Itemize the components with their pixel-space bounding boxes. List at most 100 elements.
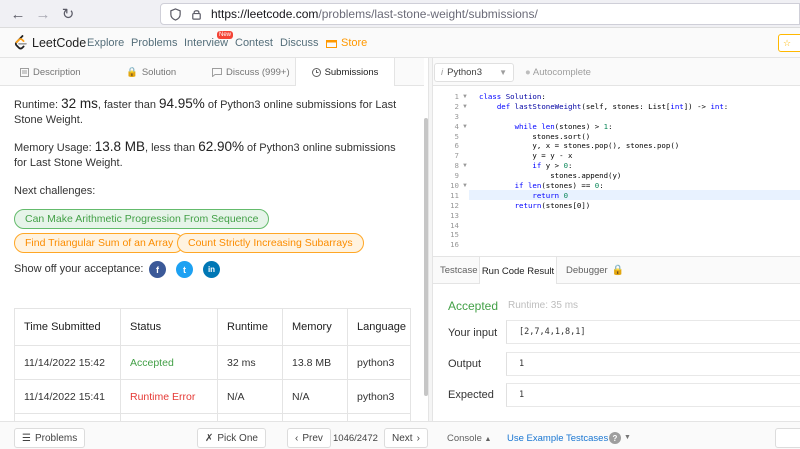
console-toggle[interactable]: Console ▲ bbox=[447, 433, 491, 444]
col-status[interactable]: Status bbox=[121, 309, 218, 345]
twitter-icon[interactable]: t bbox=[176, 261, 193, 278]
line-number: 9 bbox=[454, 171, 459, 181]
caret-up-icon: ▲ bbox=[484, 436, 492, 443]
runtime-percent: 94.95% bbox=[159, 96, 205, 111]
code-lines[interactable]: class Solution: def lastStoneWeight(self… bbox=[479, 92, 728, 250]
line-number: 5 bbox=[454, 131, 459, 141]
problems-button[interactable]: ☰ Problems bbox=[14, 428, 86, 448]
challenge-chip[interactable]: Can Make Arithmetic Progression From Seq… bbox=[14, 209, 270, 229]
cell-empty bbox=[15, 414, 121, 421]
use-example-testcases-link[interactable]: Use Example Testcases bbox=[507, 433, 608, 444]
leetcode-logo-icon bbox=[14, 35, 27, 50]
col-memory[interactable]: Memory bbox=[283, 309, 348, 345]
col-runtime[interactable]: Runtime bbox=[218, 309, 283, 345]
runtime-value: 32 ms bbox=[61, 96, 98, 111]
code-line: return 0 bbox=[532, 190, 569, 200]
table-row[interactable]: 11/14/2022 15:41 Runtime Error N/A N/A p… bbox=[15, 380, 410, 414]
nav-explore[interactable]: Explore bbox=[87, 37, 124, 49]
code-line: def lastStoneWeight(self, stones: List[i… bbox=[496, 101, 729, 111]
chevron-down-icon: ▼ bbox=[499, 68, 507, 77]
cell-status[interactable]: Accepted bbox=[121, 346, 218, 379]
memory-stat: Memory Usage: 13.8 MB, less than 62.90% … bbox=[14, 139, 404, 171]
code-line: stones.append(y) bbox=[479, 171, 622, 181]
reload-icon[interactable]: ↻ bbox=[58, 4, 78, 24]
shield-icon bbox=[170, 7, 181, 21]
linkedin-icon[interactable]: in bbox=[203, 261, 220, 278]
tab-solution[interactable]: 🔒 Solution bbox=[126, 58, 176, 86]
cell-memory: 13.8 MB bbox=[283, 346, 348, 379]
info-icon: i bbox=[441, 67, 444, 78]
code-line: y, x = stones.pop(), stones.pop() bbox=[479, 141, 680, 151]
tab-submissions-label: Submissions bbox=[324, 67, 379, 78]
table-row[interactable]: 11/14/2022 15:42 Accepted 32 ms 13.8 MB … bbox=[15, 346, 410, 380]
fold-arrow-icon[interactable]: ▼ bbox=[462, 104, 468, 110]
code-editor[interactable]: 1 ▼ 2 ▼ 3 4 ▼ 5 6 7 8 ▼ 9 10 ▼ 11 12 13 14 15 16 class Solut… bbox=[433, 86, 800, 256]
memory-label: Memory Usage: bbox=[14, 142, 92, 154]
fold-arrow-icon[interactable]: ▼ bbox=[462, 124, 468, 130]
cell-empty bbox=[121, 414, 218, 421]
logo-text: LeetCode bbox=[32, 35, 87, 50]
autocomplete-toggle[interactable]: ● Autocomplete bbox=[525, 67, 591, 78]
next-label: Next bbox=[392, 432, 413, 444]
problem-tabs: Description 🔒 Solution Discuss (999+) Su… bbox=[0, 58, 424, 87]
next-challenges-label: Next challenges: bbox=[14, 185, 96, 197]
line-number: 13 bbox=[450, 210, 459, 220]
code-line: return(stones[0]) bbox=[514, 200, 591, 210]
nav-problems[interactable]: Problems bbox=[131, 37, 177, 49]
line-number: 3 bbox=[454, 111, 459, 121]
tab-solution-label: Solution bbox=[141, 66, 177, 78]
description-icon bbox=[20, 67, 29, 77]
back-arrow-icon[interactable]: ← bbox=[8, 4, 28, 24]
memory-value: 13.8 MB bbox=[94, 139, 145, 154]
pick-one-label: Pick One bbox=[217, 432, 258, 444]
help-icon[interactable]: ? bbox=[609, 432, 621, 444]
tab-discuss[interactable]: Discuss (999+) bbox=[212, 58, 290, 86]
submission-detail-panel: Runtime: 32 ms, faster than 94.95% of Py… bbox=[0, 86, 424, 421]
nav-store[interactable]: Store bbox=[326, 37, 367, 49]
run-result-panel: Accepted Runtime: 35 ms Your input [2,7,… bbox=[433, 284, 800, 421]
line-number: 8 bbox=[454, 161, 459, 171]
browser-toolbar: ← → ↻ https://leetcode.com/problems/last… bbox=[0, 0, 800, 28]
prev-button[interactable]: ‹ Prev bbox=[287, 428, 331, 448]
language-select[interactable]: i Python3 ▼ bbox=[434, 63, 514, 82]
col-time-submitted[interactable]: Time Submitted bbox=[15, 309, 121, 345]
tab-run-code-result[interactable]: Run Code Result bbox=[479, 257, 557, 285]
challenge-chip[interactable]: Count Strictly Increasing Subarrays bbox=[177, 233, 364, 253]
dot-icon: ● bbox=[525, 67, 531, 78]
code-line: while len(stones) > 1: bbox=[514, 121, 613, 131]
autocomplete-label: Autocomplete bbox=[532, 67, 591, 78]
share-label: Show off your acceptance: bbox=[14, 263, 144, 275]
premium-button[interactable]: ☆ bbox=[778, 34, 800, 52]
line-number: 1 bbox=[454, 92, 459, 101]
leetcode-logo[interactable]: LeetCode bbox=[14, 35, 86, 50]
line-number: 6 bbox=[454, 141, 459, 151]
cell-runtime: 32 ms bbox=[218, 346, 283, 379]
col-language[interactable]: Language bbox=[348, 309, 412, 345]
cell-time: 11/14/2022 15:41 bbox=[15, 380, 121, 413]
line-number: 15 bbox=[450, 230, 459, 240]
chevron-right-icon: › bbox=[416, 432, 420, 444]
cell-status[interactable]: Runtime Error bbox=[121, 380, 218, 413]
fold-arrow-icon[interactable]: ▼ bbox=[462, 94, 468, 100]
challenge-chip[interactable]: Find Triangular Sum of an Array bbox=[14, 233, 185, 253]
address-bar[interactable]: https://leetcode.com/problems/last-stone… bbox=[160, 3, 800, 25]
next-button[interactable]: Next › bbox=[384, 428, 428, 448]
site-navbar: LeetCode Explore Problems Interview New … bbox=[0, 28, 800, 58]
table-row-partial bbox=[15, 414, 410, 421]
tab-description[interactable]: Description bbox=[20, 58, 81, 86]
line-number: 12 bbox=[450, 200, 459, 210]
code-line: if len(stones) == 0: bbox=[514, 181, 604, 191]
line-number: 11 bbox=[450, 190, 459, 200]
tab-debugger[interactable]: Debugger 🔒 bbox=[566, 257, 624, 284]
fold-arrow-icon[interactable]: ▼ bbox=[462, 183, 468, 189]
facebook-icon[interactable]: f bbox=[149, 261, 166, 278]
fold-arrow-icon[interactable]: ▼ bbox=[462, 163, 468, 169]
run-code-button[interactable] bbox=[775, 428, 800, 448]
nav-discuss[interactable]: Discuss bbox=[280, 37, 319, 49]
tab-submissions[interactable]: Submissions bbox=[295, 58, 395, 87]
nav-contest[interactable]: Contest bbox=[235, 37, 273, 49]
forward-arrow-icon[interactable]: → bbox=[33, 4, 53, 24]
pick-one-button[interactable]: ✗ Pick One bbox=[197, 428, 266, 448]
tab-testcase[interactable]: Testcase bbox=[440, 257, 478, 284]
